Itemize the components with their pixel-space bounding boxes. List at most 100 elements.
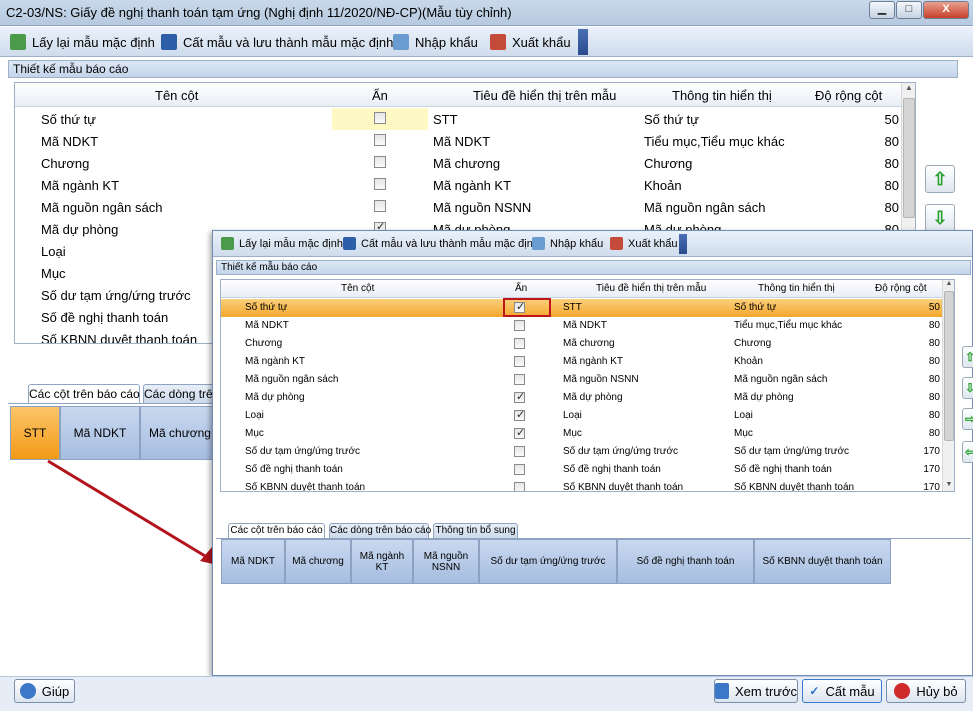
front-move-right-button[interactable]: ⇨ — [962, 408, 973, 430]
save-as-default-label: Cất mẫu và lưu thành mẫu mặc định — [183, 34, 394, 50]
front-move-left-button[interactable]: ⇦ — [962, 441, 973, 463]
back-grid-row[interactable]: Mã ngành KT Mã ngành KT Khoản 80 — [15, 174, 901, 196]
front-tab-columns[interactable]: Các cột trên báo cáo — [228, 523, 325, 539]
back-grid-row[interactable]: Chương Mã chương Chương 80 — [15, 152, 901, 174]
move-up-button[interactable]: ⇧ — [925, 165, 955, 193]
front-column-cell[interactable]: Mã ngành KT — [351, 539, 413, 584]
front-column-cell[interactable]: Số KBNN duyệt thanh toán — [754, 539, 891, 584]
back-tab-columns[interactable]: Các cột trên báo cáo — [28, 384, 140, 404]
front-hidden-checkbox[interactable] — [514, 320, 525, 331]
front-hidden-checkbox[interactable] — [514, 338, 525, 349]
front-row-width: 80 — [928, 428, 940, 439]
save-template-button[interactable]: ✓ Cất mẫu — [802, 679, 882, 703]
move-down-button[interactable]: ⇩ — [925, 204, 955, 232]
back-grid-row[interactable]: Mã NDKT Mã NDKT Tiểu mục,Tiểu mục khác 80 — [15, 130, 901, 152]
back-grid-row[interactable]: Số thứ tự STT Số thứ tự 50 — [15, 108, 901, 130]
back-column-cell[interactable]: Mã chương — [140, 406, 220, 460]
front-import-button[interactable]: Nhập khẩu — [532, 237, 603, 250]
reset-template-button[interactable]: Lấy lại mẫu mặc định — [10, 34, 155, 50]
minimize-button[interactable]: ▁ — [869, 1, 895, 19]
row-hidden-cell — [332, 196, 428, 218]
front-scroll-down-arrow-icon[interactable]: ▼ — [943, 481, 954, 491]
toolbar-overflow-icon[interactable] — [578, 29, 588, 55]
row-width: 80 — [884, 178, 899, 193]
row-col-name: Mã ngành KT — [41, 178, 120, 193]
front-scroll-up-arrow-icon[interactable]: ▲ — [943, 280, 954, 290]
front-grid-row[interactable]: Mã dự phòng Mã dự phòng Mã dự phòng 80 — [221, 389, 942, 407]
row-col-name: Mã nguồn ngân sách — [41, 200, 163, 215]
scroll-thumb[interactable] — [903, 98, 915, 218]
export-icon — [610, 237, 623, 250]
front-row-display-title: Mã chương — [563, 338, 615, 349]
front-hidden-checkbox[interactable] — [514, 426, 525, 439]
export-button[interactable]: Xuất khẩu — [490, 34, 571, 50]
front-grid-scrollbar[interactable]: ▲ ▼ — [942, 280, 954, 491]
cancel-label: Hủy bỏ — [916, 683, 958, 699]
front-reset-template-button[interactable]: Lấy lại mẫu mặc định — [221, 237, 343, 250]
front-hidden-checkbox[interactable] — [514, 446, 525, 457]
front-save-as-default-button[interactable]: Cất mẫu và lưu thành mẫu mặc định — [343, 237, 539, 250]
front-grid-row[interactable]: Mã ngành KT Mã ngành KT Khoản 80 — [221, 353, 942, 371]
back-column-cell[interactable]: STT — [10, 406, 60, 460]
front-column-cell[interactable]: Số đề nghị thanh toán — [617, 539, 754, 584]
front-hidden-checkbox[interactable] — [514, 464, 525, 475]
front-hidden-checkbox[interactable] — [514, 356, 525, 367]
preview-icon — [715, 683, 729, 699]
help-button[interactable]: Giúp — [14, 679, 75, 703]
front-row-display-info: Số đề nghị thanh toán — [734, 464, 832, 475]
front-design-grid: Tên cột Ẩn Tiêu đề hiển thị trên mẫu Thô… — [220, 279, 955, 492]
front-row-display-title: Số KBNN duyệt thanh toán — [563, 482, 684, 492]
front-column-cell[interactable]: Số dư tạm ứng/ứng trước — [479, 539, 617, 584]
cancel-icon — [894, 683, 911, 699]
save-as-default-button[interactable]: Cất mẫu và lưu thành mẫu mặc định — [161, 34, 393, 50]
front-grid-row[interactable]: Số dư tạm ứng/ứng trước Số dư tạm ứng/ứng… — [221, 443, 942, 461]
front-hidden-checkbox[interactable] — [514, 374, 525, 385]
maximize-button[interactable]: □ — [896, 1, 922, 19]
import-button[interactable]: Nhập khẩu — [393, 34, 478, 50]
front-grid-row[interactable]: Số KBNN duyệt thanh toán Số KBNN duyệt th… — [221, 479, 942, 492]
front-save-as-default-label: Cất mẫu và lưu thành mẫu mặc định — [361, 237, 539, 250]
cancel-button[interactable]: Hủy bỏ — [886, 679, 966, 703]
front-move-down-button[interactable]: ⇩ — [962, 377, 973, 399]
front-grid-row[interactable]: Mục Mục Mục 80 — [221, 425, 942, 443]
row-col-name: Mã dự phòng — [41, 222, 119, 237]
back-grid-row[interactable]: Mã nguồn ngân sách Mã nguồn NSNN Mã nguồn … — [15, 196, 901, 218]
front-scroll-thumb[interactable] — [944, 291, 954, 441]
front-hidden-checkbox[interactable] — [514, 390, 525, 403]
front-grid-row-selected[interactable]: Số thứ tự STT Số thứ tự 50 — [221, 299, 942, 317]
front-grid-row[interactable]: Số đề nghị thanh toán Số đề nghị thanh to… — [221, 461, 942, 479]
front-toolbar-overflow-icon[interactable] — [679, 234, 687, 254]
row-display-title: Mã chương — [433, 156, 501, 171]
front-column-cell[interactable]: Mã nguồn NSNN — [413, 539, 479, 584]
front-row-col-name: Chương — [245, 338, 283, 349]
reset-template-label: Lấy lại mẫu mặc định — [32, 34, 155, 50]
front-column-cell[interactable]: Mã chương — [285, 539, 351, 584]
hidden-checkbox[interactable] — [374, 156, 386, 168]
front-reset-label: Lấy lại mẫu mặc định — [239, 237, 343, 250]
front-move-up-button[interactable]: ⇧ — [962, 346, 973, 368]
hidden-checkbox[interactable] — [374, 178, 386, 190]
back-tab-rows[interactable]: Các dòng trên báo cáo — [143, 384, 223, 404]
front-grid-row[interactable]: Mã NDKT Mã NDKT Tiểu mục,Tiểu mục khác 80 — [221, 317, 942, 335]
hidden-checkbox[interactable] — [374, 112, 386, 124]
scroll-up-arrow-icon[interactable]: ▲ — [902, 83, 915, 97]
front-row-display-title: Mã ngành KT — [563, 356, 624, 367]
hidden-checkbox[interactable] — [374, 134, 386, 146]
front-grid-row[interactable]: Loại Loại Loại 80 — [221, 407, 942, 425]
front-hidden-checkbox[interactable] — [514, 408, 525, 421]
row-col-name: Số thứ tự — [41, 112, 96, 127]
row-width: 80 — [884, 200, 899, 215]
front-column-cell[interactable]: Mã NDKT — [221, 539, 285, 584]
hidden-checkbox[interactable] — [374, 200, 386, 212]
front-grid-row[interactable]: Mã nguồn ngân sách Mã nguồn NSNN Mã nguồn … — [221, 371, 942, 389]
front-export-button[interactable]: Xuất khẩu — [610, 237, 678, 250]
front-grid-row[interactable]: Chương Mã chương Chương 80 — [221, 335, 942, 353]
preview-button[interactable]: Xem trước — [714, 679, 798, 703]
front-tab-extra[interactable]: Thông tin bổ sung — [433, 523, 518, 539]
front-hidden-checkbox[interactable] — [514, 482, 525, 491]
front-row-width: 80 — [928, 392, 940, 403]
close-window-button[interactable]: X — [923, 1, 969, 19]
front-tab-rows[interactable]: Các dòng trên báo cáo — [329, 523, 431, 539]
row-width: 50 — [884, 112, 899, 127]
back-column-cell[interactable]: Mã NDKT — [60, 406, 140, 460]
